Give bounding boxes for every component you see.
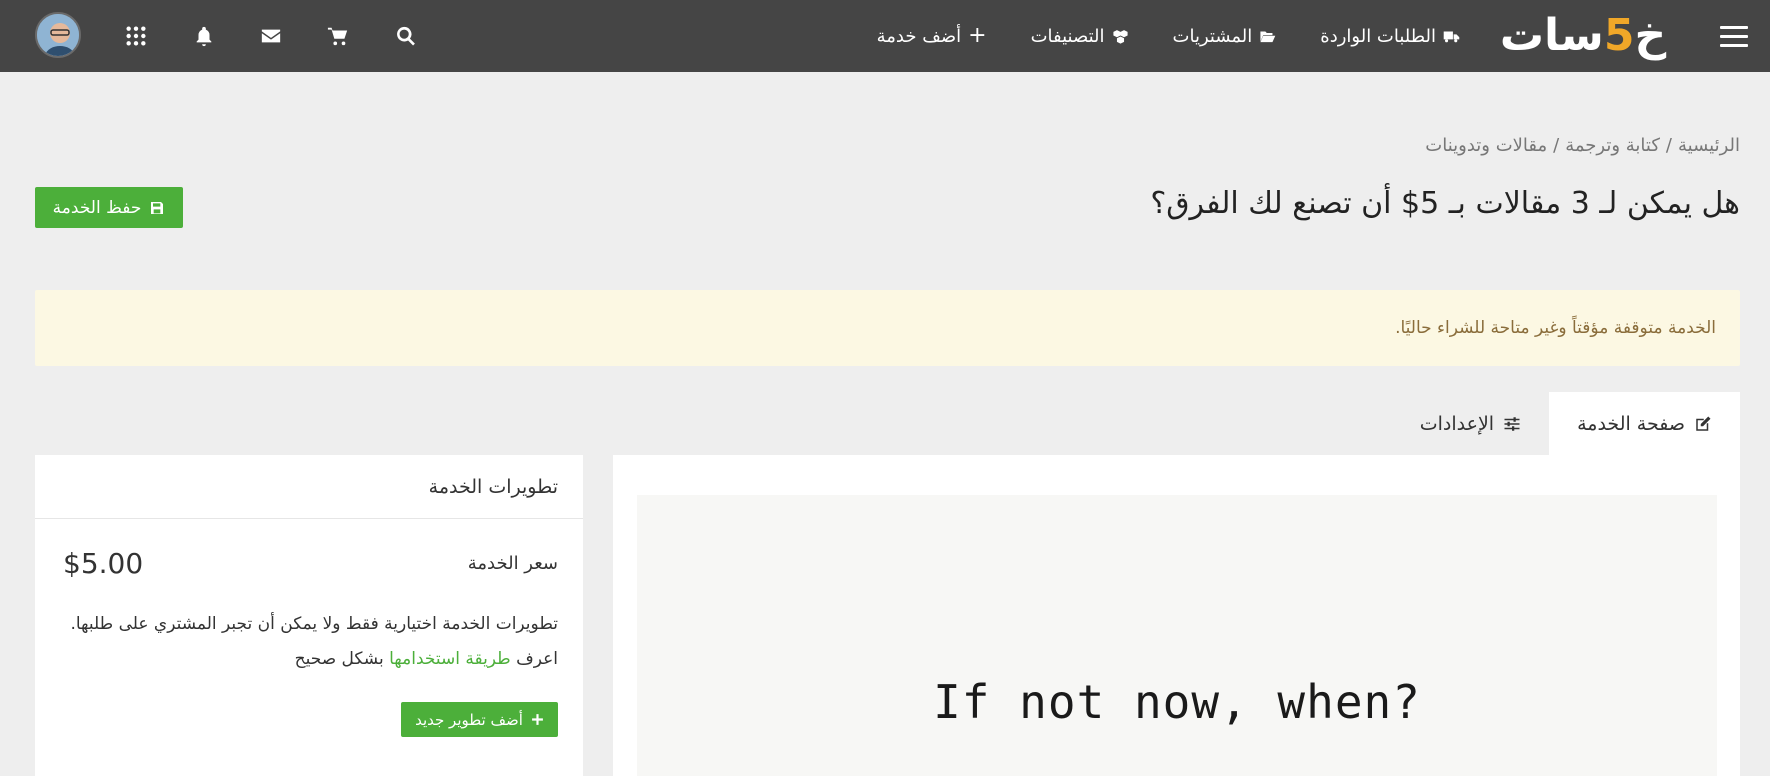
- breadcrumb-writing-translation[interactable]: كتابة وترجمة: [1565, 135, 1660, 156]
- page-title: هل يمكن لـ 3 مقالات بـ 5$ أن تصنع لك الف…: [1150, 186, 1740, 221]
- cart-button[interactable]: [322, 20, 354, 52]
- save-icon: [151, 201, 164, 214]
- price-label: سعر الخدمة: [467, 552, 558, 574]
- breadcrumb-separator: /: [1553, 135, 1560, 156]
- tab-service-page-label: صفحة الخدمة: [1577, 412, 1685, 435]
- breadcrumb-home[interactable]: الرئيسية: [1678, 135, 1740, 156]
- nav-add-service-label: أضف خدمة: [876, 25, 962, 47]
- nav-purchases-label: المشتريات: [1172, 25, 1253, 47]
- note-suffix: بشكل صحيح: [294, 649, 384, 669]
- note-prefix: اعرف: [516, 649, 558, 669]
- price-value: $5.00: [63, 546, 144, 580]
- edit-icon: [1696, 416, 1711, 431]
- service-upgrades-panel: تطويرات الخدمة سعر الخدمة $5.00 تطويرات …: [35, 455, 583, 776]
- nav-categories-label: التصنيفات: [1030, 25, 1105, 47]
- service-preview-panel: If not now, when?: [613, 455, 1740, 776]
- logo-part-2: سات: [1499, 10, 1604, 61]
- cart-icon: [327, 27, 348, 46]
- hamburger-icon[interactable]: [1712, 19, 1756, 53]
- search-button[interactable]: [390, 20, 422, 52]
- cover-image-text: If not now, when?: [933, 675, 1421, 729]
- apps-button[interactable]: [120, 20, 152, 52]
- service-tabs: صفحة الخدمة الإعدادات: [1392, 392, 1740, 455]
- avatar[interactable]: [35, 12, 81, 58]
- site-logo[interactable]: خ5سات: [1488, 6, 1678, 66]
- add-upgrade-button[interactable]: أضف تطوير جديد: [401, 702, 558, 737]
- logo-five: 5: [1603, 10, 1635, 61]
- service-cover-image[interactable]: If not now, when?: [637, 495, 1717, 776]
- tab-settings-label: الإعدادات: [1419, 412, 1495, 435]
- nav-incoming-orders-label: الطلبات الواردة: [1320, 25, 1436, 47]
- alert-message: الخدمة متوقفة مؤقتاً وغير متاحة للشراء ح…: [1395, 318, 1716, 338]
- plus-icon: +: [968, 23, 987, 48]
- upgrades-note-line2: اعرف طريقة استخدامها بشكل صحيح: [58, 642, 558, 677]
- price-row: سعر الخدمة $5.00: [63, 543, 558, 583]
- plus-icon: [532, 714, 543, 725]
- nav-purchases[interactable]: المشتريات: [1173, 26, 1277, 47]
- upgrades-note: تطويرات الخدمة اختيارية فقط ولا يمكن أن …: [58, 607, 558, 677]
- breadcrumb-separator: /: [1665, 135, 1672, 156]
- tab-settings[interactable]: الإعدادات: [1392, 392, 1549, 455]
- nav-incoming-orders[interactable]: الطلبات الواردة: [1320, 26, 1460, 47]
- messages-button[interactable]: [255, 20, 287, 52]
- upgrades-title: تطويرات الخدمة: [35, 455, 583, 519]
- tab-service-page[interactable]: صفحة الخدمة: [1549, 392, 1740, 455]
- usage-guide-link[interactable]: طريقة استخدامها: [389, 649, 511, 669]
- notifications-button[interactable]: [188, 20, 220, 52]
- folder-open-icon: [1260, 31, 1276, 42]
- breadcrumb-articles[interactable]: مقالات وتدوينات: [1425, 135, 1547, 156]
- envelope-icon: [261, 29, 281, 43]
- top-navbar: خ5سات + أضف خدمة التصنيفات المشتريات الط…: [0, 0, 1770, 72]
- nav-add-service[interactable]: + أضف خدمة: [877, 25, 987, 47]
- service-paused-alert: الخدمة متوقفة مؤقتاً وغير متاحة للشراء ح…: [35, 290, 1740, 366]
- nav-categories[interactable]: التصنيفات: [1031, 26, 1129, 47]
- truck-icon: [1443, 31, 1460, 42]
- bell-icon: [196, 26, 212, 47]
- save-service-label: حفظ الخدمة: [52, 197, 142, 218]
- main-nav: + أضف خدمة التصنيفات المشتريات الطلبات ا…: [877, 0, 1460, 72]
- add-upgrade-label: أضف تطوير جديد: [415, 710, 523, 729]
- breadcrumb: الرئيسية /كتابة وترجمة/ مقالات وتدوينات: [1425, 135, 1740, 156]
- avatar-image: [37, 14, 79, 56]
- logo-part-1: خ: [1634, 10, 1667, 61]
- upgrades-note-line1: تطويرات الخدمة اختيارية فقط ولا يمكن أن …: [70, 614, 558, 634]
- save-service-button[interactable]: حفظ الخدمة: [35, 187, 183, 228]
- cubes-icon: [1112, 29, 1128, 44]
- apps-grid-icon: [126, 26, 146, 46]
- search-icon: [397, 26, 415, 46]
- sliders-icon: [1504, 416, 1520, 431]
